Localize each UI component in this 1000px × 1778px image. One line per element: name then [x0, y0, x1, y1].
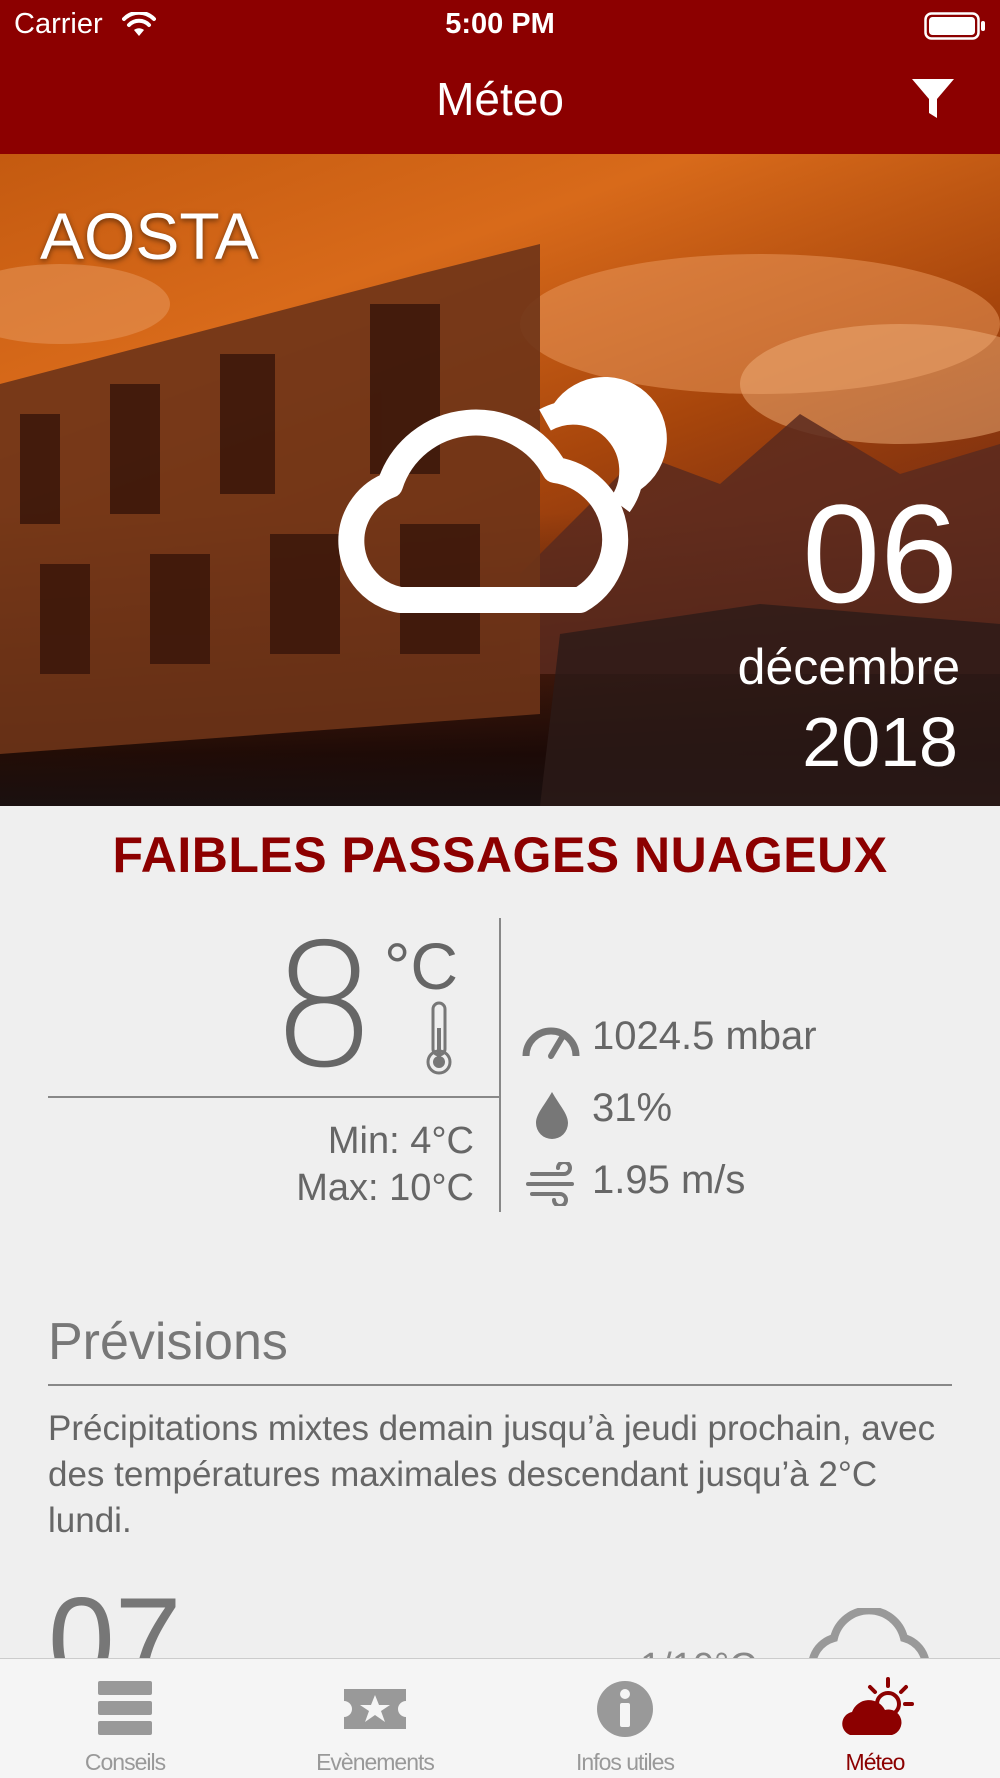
filter-icon[interactable]	[908, 74, 958, 124]
hero-banner: AOSTA 06 décembre 2018	[0, 154, 1000, 806]
pressure-value: 1024.5 mbar	[592, 1014, 817, 1058]
status-time: 5:00 PM	[445, 8, 555, 40]
tab-label: Evènements	[316, 1749, 435, 1775]
current-temperature: 8	[270, 908, 378, 1106]
top-bar: Carrier 5:00 PM Méteo	[0, 0, 1000, 154]
tab-conseils[interactable]: Conseils	[0, 1659, 250, 1778]
gauge-icon	[522, 1027, 580, 1059]
forecast-text: Précipitations mixtes demain jusqu’à jeu…	[48, 1409, 936, 1540]
droplet-icon	[536, 1092, 568, 1139]
weather-icon	[842, 1677, 914, 1735]
temperature-unit: °C	[384, 929, 459, 1003]
weather-condition: FAIBLES PASSAGES NUAGEUX	[112, 827, 888, 883]
tab-evenements[interactable]: Evènements	[250, 1659, 500, 1778]
temperature-max: Max: 10°C	[296, 1167, 474, 1209]
city-name: AOSTA	[40, 199, 259, 273]
wind-value: 1.95 m/s	[592, 1158, 746, 1202]
temperature-min: Min: 4°C	[327, 1120, 474, 1162]
tab-bar: Conseils Evènements Infos utiles Méteo	[0, 1658, 1000, 1778]
tab-label: Méteo	[845, 1749, 906, 1775]
vertical-divider	[499, 918, 501, 1212]
tab-meteo[interactable]: Méteo	[750, 1659, 1000, 1778]
partly-cloudy-night-icon	[338, 376, 667, 613]
status-bar: Carrier 5:00 PM	[0, 0, 1000, 50]
forecast-divider	[48, 1384, 952, 1386]
tab-infos-utiles[interactable]: Infos utiles	[500, 1659, 750, 1778]
battery-icon	[924, 12, 985, 40]
info-icon	[597, 1681, 653, 1737]
page-title: Méteo	[436, 73, 564, 125]
forecast-title: Prévisions	[48, 1313, 288, 1371]
ticket-star-icon	[344, 1689, 406, 1729]
tab-label: Infos utiles	[576, 1749, 675, 1775]
tab-label: Conseils	[84, 1749, 166, 1775]
wind-icon	[526, 1162, 574, 1206]
date-day: 06	[802, 475, 958, 632]
list-icon	[98, 1681, 152, 1735]
thermometer-icon	[426, 1001, 452, 1075]
date-month: décembre	[737, 639, 960, 695]
date-year: 2018	[802, 703, 958, 781]
humidity-value: 31%	[592, 1086, 673, 1130]
